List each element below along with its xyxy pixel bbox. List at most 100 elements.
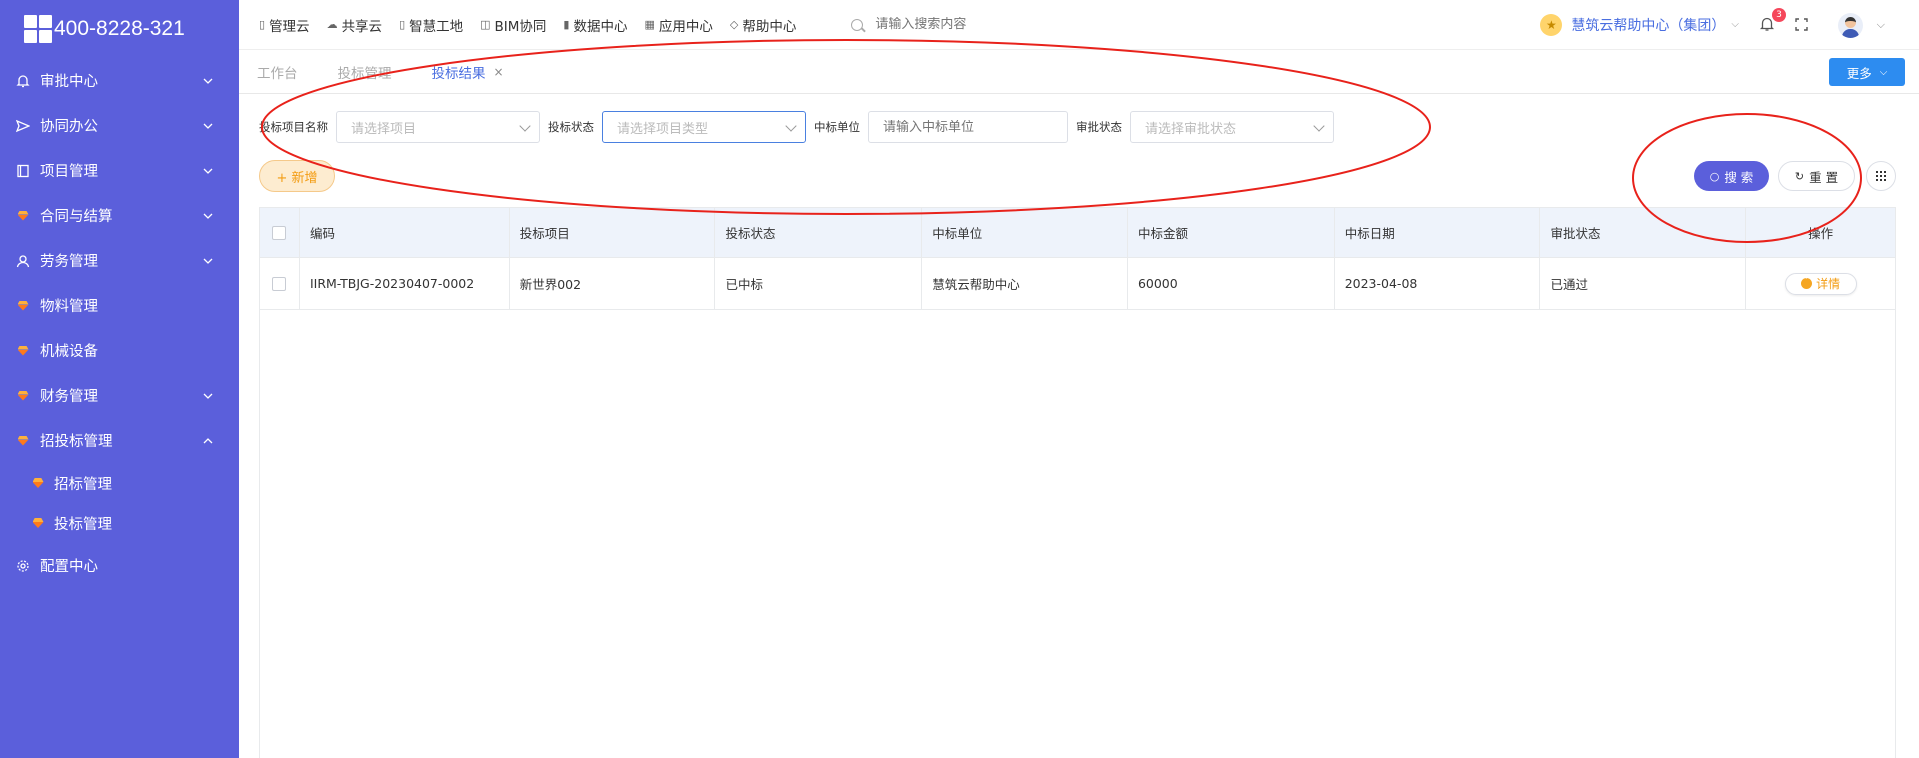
- row-checkbox[interactable]: [272, 276, 287, 291]
- topnav-app-center[interactable]: ▦ 应用中心: [644, 15, 712, 35]
- select-all-cell: [260, 208, 300, 257]
- top-nav: ▯ 管理云 ☁ 共享云 ▯ 智慧工地 ◫ BIM协同 ▮ 数据中心 ▦ 应用中心 ◇ 帮助中心: [239, 15, 813, 35]
- global-search-input[interactable]: [875, 17, 1076, 32]
- sidebar-item-labor-management[interactable]: 劳务管理: [0, 238, 239, 283]
- sidebar-item-label: 机械设备: [40, 344, 98, 360]
- sidebar-item-contract-settlement[interactable]: 合同与结算: [0, 193, 239, 238]
- org-switcher[interactable]: ★ 慧筑云帮助中心（集团） ⌵: [1540, 13, 1739, 36]
- filter-label-project-name: 投标项目名称: [259, 120, 328, 134]
- topnav-management-cloud[interactable]: ▯ 管理云: [259, 15, 310, 35]
- sidebar-subitem-label: 招标管理: [54, 476, 112, 493]
- sidebar-item-label: 物料管理: [40, 299, 98, 315]
- main-content: 投标项目名称 请选择项目 投标状态 请选择项目类型 中标单位 审批状态 请选择审…: [239, 94, 1919, 758]
- cell-amount: 60000: [1128, 258, 1335, 309]
- sidebar-item-label: 配置中心: [40, 559, 98, 575]
- detail-button[interactable]: 详情: [1784, 272, 1857, 295]
- tab-workbench[interactable]: 工作台: [257, 62, 298, 82]
- chevron-down-icon[interactable]: ⌵: [1877, 18, 1885, 32]
- cell-approval: 已通过: [1540, 258, 1747, 309]
- top-bar: ▯ 管理云 ☁ 共享云 ▯ 智慧工地 ◫ BIM协同 ▮ 数据中心 ▦ 应用中心 ◇ 帮助中心…: [239, 0, 1919, 50]
- sidebar-item-machinery[interactable]: 机械设备: [0, 328, 239, 373]
- filter-label-approval: 审批状态: [1076, 120, 1122, 134]
- more-icon: [1801, 275, 1813, 289]
- select-all-checkbox[interactable]: [272, 225, 287, 240]
- sidebar-item-label: 劳务管理: [40, 254, 98, 270]
- gem-icon: [30, 478, 46, 488]
- gear-icon: [14, 559, 32, 573]
- topnav-label: 共享云: [341, 18, 383, 35]
- chevron-down-icon: [203, 393, 213, 399]
- tab-bid-result[interactable]: 投标结果 ×: [432, 62, 504, 82]
- topnav-data-center[interactable]: ▮ 数据中心: [563, 15, 627, 35]
- tab-label: 投标管理: [337, 65, 392, 82]
- search-button[interactable]: ○ 搜 索: [1694, 161, 1769, 191]
- reset-button-label: 重 置: [1809, 169, 1839, 185]
- project-name-placeholder: 请选择项目: [351, 121, 417, 137]
- column-header: 中标日期: [1335, 208, 1541, 257]
- sidebar-item-approval-center[interactable]: 审批中心: [0, 58, 239, 103]
- chevron-down-icon: [519, 120, 531, 132]
- cell-winner: 慧筑云帮助中心: [922, 258, 1128, 309]
- topnav-smart-site[interactable]: ▯ 智慧工地: [399, 15, 463, 35]
- row-select-cell: [260, 258, 300, 309]
- sidebar-item-bidding-management[interactable]: 招投标管理: [0, 418, 239, 463]
- column-header: 编码: [300, 208, 510, 257]
- notification-count-badge: 3: [1772, 8, 1786, 22]
- grid-icon: [1876, 171, 1886, 181]
- gem-icon: [30, 518, 46, 528]
- column-settings-button[interactable]: [1866, 161, 1896, 191]
- bid-status-select[interactable]: 请选择项目类型: [602, 111, 806, 143]
- chevron-down-icon: [203, 258, 213, 264]
- gem-icon: [14, 391, 32, 401]
- winner-input[interactable]: [883, 119, 1053, 135]
- sidebar-subitem-label: 投标管理: [54, 516, 112, 533]
- tag-icon: ◇: [729, 18, 739, 31]
- chevron-down-icon: [203, 123, 213, 129]
- sidebar-subitem-bid-management[interactable]: 投标管理: [0, 503, 239, 543]
- close-icon[interactable]: ×: [494, 65, 504, 79]
- filter-label-winner: 中标单位: [814, 120, 860, 134]
- filter-bar: 投标项目名称 请选择项目 投标状态 请选择项目类型 中标单位 审批状态 请选择审…: [259, 111, 1342, 143]
- more-button-label: 更多: [1846, 65, 1872, 81]
- sidebar-subitem-tender-management[interactable]: 招标管理: [0, 463, 239, 503]
- cell-action: 详情: [1746, 258, 1895, 309]
- gem-icon: [14, 436, 32, 446]
- bid-status-placeholder: 请选择项目类型: [617, 121, 709, 137]
- winner-input-box: [868, 111, 1068, 143]
- sidebar-item-finance[interactable]: 财务管理: [0, 373, 239, 418]
- sidebar-item-collaboration[interactable]: 协同办公: [0, 103, 239, 148]
- topnav-shared-cloud[interactable]: ☁ 共享云: [327, 15, 383, 35]
- topnav-label: BIM协同: [494, 18, 547, 35]
- tab-label: 投标结果: [431, 65, 486, 82]
- topnav-bim[interactable]: ◫ BIM协同: [480, 15, 546, 35]
- project-name-select[interactable]: 请选择项目: [336, 111, 540, 143]
- topnav-label: 应用中心: [658, 18, 713, 35]
- filter-label-bid-status: 投标状态: [548, 120, 594, 134]
- chevron-down-icon: ⌵: [1879, 66, 1888, 78]
- user-avatar[interactable]: [1838, 13, 1863, 38]
- add-button[interactable]: + 新增: [259, 160, 335, 192]
- approval-status-select[interactable]: 请选择审批状态: [1130, 111, 1334, 143]
- sidebar-item-materials[interactable]: 物料管理: [0, 283, 239, 328]
- refresh-icon: ↻: [1794, 169, 1805, 183]
- sidebar-item-label: 审批中心: [40, 74, 98, 90]
- tab-bid-management[interactable]: 投标管理: [338, 62, 392, 82]
- reset-button[interactable]: ↻ 重 置: [1778, 161, 1855, 191]
- sidebar-item-project-management[interactable]: 项目管理: [0, 148, 239, 193]
- bar-chart-icon: ▮: [563, 18, 570, 31]
- sidebar-item-label: 财务管理: [40, 389, 98, 405]
- sidebar-item-config-center[interactable]: 配置中心: [0, 543, 239, 588]
- detail-button-label: 详情: [1816, 277, 1841, 291]
- column-header: 操作: [1808, 226, 1834, 241]
- fullscreen-icon[interactable]: [1795, 18, 1808, 31]
- sidebar-item-label: 合同与结算: [40, 209, 113, 225]
- chevron-down-icon: ⌵: [1731, 19, 1739, 30]
- cell-code: IIRM-TBJG-20230407-0002: [300, 258, 510, 309]
- sidebar: 400-8228-321 审批中心 协同办公 项目管理 合同与结算 劳务管理 物…: [0, 0, 239, 758]
- logo[interactable]: 400-8228-321: [0, 0, 239, 58]
- more-button[interactable]: 更多 ⌵: [1829, 58, 1905, 86]
- book-icon: ▯: [399, 18, 406, 31]
- cell-project: 新世界002: [510, 258, 716, 309]
- doc-icon: ▯: [259, 18, 266, 31]
- topnav-help-center[interactable]: ◇ 帮助中心: [730, 15, 796, 35]
